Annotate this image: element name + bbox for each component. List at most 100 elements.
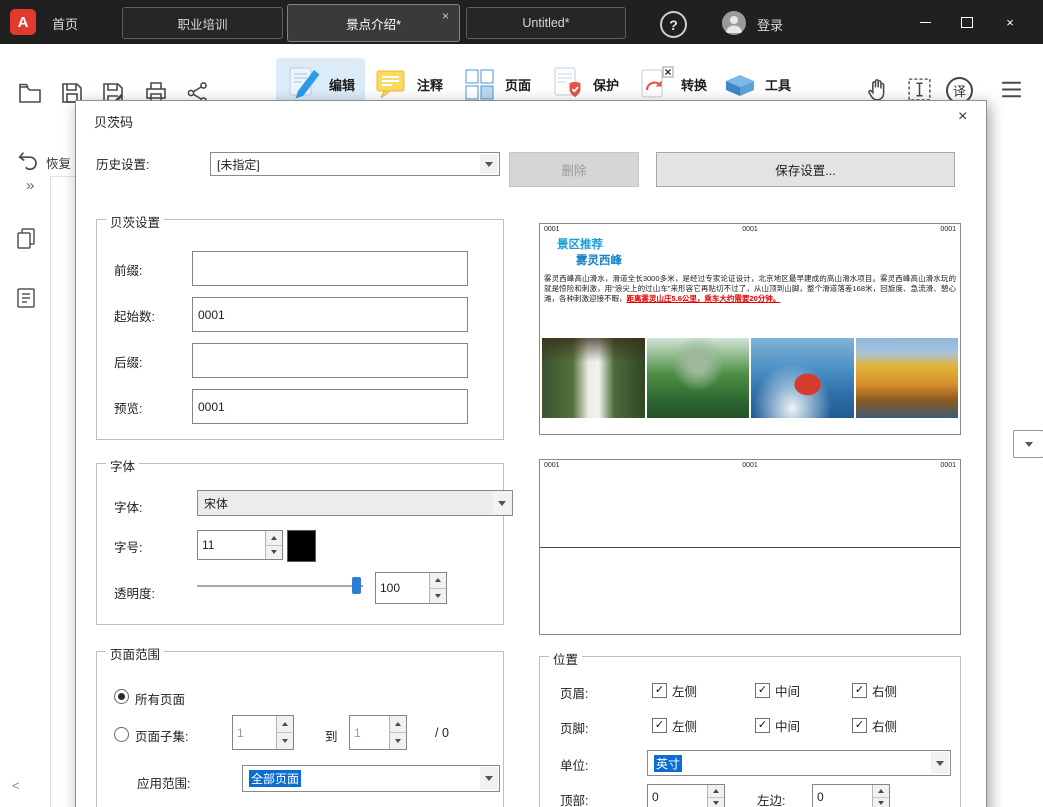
footer-center-label: 中间	[775, 716, 800, 735]
left-margin-spinner[interactable]	[812, 784, 890, 807]
all-pages-radio[interactable]	[114, 689, 129, 704]
background-combobox-fragment[interactable]	[1013, 430, 1043, 458]
bookmarks-outline-icon[interactable]	[14, 286, 38, 310]
spin-down-icon[interactable]	[708, 798, 724, 807]
spin-down-icon[interactable]	[266, 546, 282, 560]
apply-range-value: 全部页面	[249, 770, 301, 787]
header-right-checkbox[interactable]: 右侧	[852, 681, 897, 700]
save-settings-button[interactable]: 保存设置...	[656, 152, 955, 187]
history-settings-combobox[interactable]: [未指定]	[210, 152, 500, 176]
footer-center-checkbox[interactable]: 中间	[755, 716, 800, 735]
page-icon	[462, 66, 498, 102]
hand-pan-icon[interactable]	[864, 76, 891, 103]
unit-combobox[interactable]: 英寸	[647, 750, 951, 776]
top-margin-input[interactable]	[648, 785, 707, 807]
subset-to-spinner[interactable]	[349, 715, 407, 750]
footer-left-label: 左侧	[672, 716, 697, 735]
help-icon[interactable]: ?	[660, 11, 687, 38]
footer-left-checkbox[interactable]: 左侧	[652, 716, 697, 735]
checkbox-checked-icon[interactable]	[652, 683, 667, 698]
opacity-spinner[interactable]	[375, 572, 447, 604]
history-settings-value: [未指定]	[217, 156, 260, 173]
page-preview-panel: 0001 0001 0001 景区推荐 雾灵西峰 雾灵西峰高山滑水，滑道全长30…	[539, 223, 961, 435]
sidebar-expand-icon[interactable]: »	[26, 177, 34, 194]
restore-label[interactable]: 恢复	[46, 153, 71, 172]
edit-icon	[286, 66, 322, 102]
spin-down-icon[interactable]	[277, 733, 293, 749]
subset-from-spinner[interactable]	[232, 715, 294, 750]
bates-settings-group: 贝茨设置 前缀: 起始数: 后缀: 预览:	[96, 219, 504, 440]
select-text-icon[interactable]	[906, 76, 933, 103]
document-tab-2-active[interactable]: 景点介绍* ×	[287, 4, 460, 42]
scroll-left-arrow[interactable]: <	[12, 778, 20, 793]
subset-from-input[interactable]	[233, 716, 276, 749]
home-button[interactable]: 首页	[52, 14, 78, 33]
login-button[interactable]: 登录	[757, 15, 783, 34]
app-logo-icon[interactable]: A	[10, 9, 36, 35]
slider-thumb[interactable]	[352, 577, 361, 594]
close-window-button[interactable]: ×	[995, 11, 1025, 33]
spin-up-icon[interactable]	[277, 716, 293, 733]
maximize-icon	[961, 17, 973, 28]
maximize-button[interactable]	[952, 11, 982, 33]
spin-down-icon[interactable]	[873, 798, 889, 807]
left-margin-input[interactable]	[813, 785, 872, 807]
checkbox-checked-icon[interactable]	[755, 683, 770, 698]
font-group-title: 字体	[106, 456, 139, 475]
restore-undo-icon[interactable]	[16, 148, 40, 172]
minimize-button[interactable]	[910, 11, 940, 33]
font-size-input[interactable]	[198, 531, 265, 559]
opacity-slider[interactable]	[197, 577, 363, 595]
suffix-input[interactable]	[192, 343, 468, 378]
apply-range-combobox[interactable]: 全部页面	[242, 765, 500, 792]
spin-down-icon[interactable]	[430, 589, 446, 604]
subset-to-input[interactable]	[350, 716, 389, 749]
top-margin-spinner[interactable]	[647, 784, 725, 807]
open-file-icon[interactable]	[17, 80, 43, 106]
ribbon-tab-convert-label: 转换	[681, 75, 707, 94]
preview-input[interactable]	[192, 389, 468, 424]
left-sidebar: » <	[0, 176, 51, 807]
page-subset-radio[interactable]	[114, 727, 129, 742]
header-left-checkbox[interactable]: 左侧	[652, 681, 697, 700]
checkbox-checked-icon[interactable]	[852, 683, 867, 698]
delete-button[interactable]: 删除	[509, 152, 639, 187]
spin-up-icon[interactable]	[390, 716, 406, 733]
spin-up-icon[interactable]	[266, 531, 282, 546]
checkbox-checked-icon[interactable]	[852, 718, 867, 733]
font-color-swatch[interactable]	[287, 530, 316, 562]
footer-row-label: 页脚:	[560, 718, 588, 737]
ribbon-tab-protect-label: 保护	[593, 75, 619, 94]
document-tab-2-label: 景点介绍*	[346, 14, 401, 33]
spin-up-icon[interactable]	[708, 785, 724, 798]
header-center-checkbox[interactable]: 中间	[755, 681, 800, 700]
menu-icon[interactable]	[998, 76, 1025, 103]
page-subset-label: 页面子集:	[135, 726, 188, 745]
font-family-combobox[interactable]: 宋体	[197, 490, 513, 516]
footer-right-checkbox[interactable]: 右侧	[852, 716, 897, 735]
avatar[interactable]	[722, 11, 746, 35]
document-tab-1[interactable]: 职业培训	[122, 7, 283, 39]
start-number-input[interactable]	[192, 297, 468, 332]
prefix-input[interactable]	[192, 251, 468, 286]
page-thumbnails-icon[interactable]	[14, 226, 38, 250]
preview-divider	[540, 547, 960, 548]
chevron-down-icon	[931, 752, 949, 774]
opacity-input[interactable]	[376, 573, 429, 603]
spin-down-icon[interactable]	[390, 733, 406, 749]
minimize-icon	[920, 22, 931, 23]
bates-number-left: 0001	[544, 462, 560, 469]
document-tab-3[interactable]: Untitled*	[466, 7, 626, 39]
prefix-label: 前缀:	[114, 260, 142, 279]
checkbox-checked-icon[interactable]	[652, 718, 667, 733]
unit-label: 单位:	[560, 755, 588, 774]
footer-right-label: 右侧	[872, 716, 897, 735]
tab-close-icon[interactable]: ×	[442, 9, 449, 23]
font-size-spinner[interactable]	[197, 530, 283, 560]
spinner-buttons	[276, 716, 293, 749]
spin-up-icon[interactable]	[430, 573, 446, 589]
checkbox-checked-icon[interactable]	[755, 718, 770, 733]
spin-up-icon[interactable]	[873, 785, 889, 798]
dialog-close-icon[interactable]: ×	[958, 108, 967, 126]
position-group-title: 位置	[549, 649, 582, 668]
